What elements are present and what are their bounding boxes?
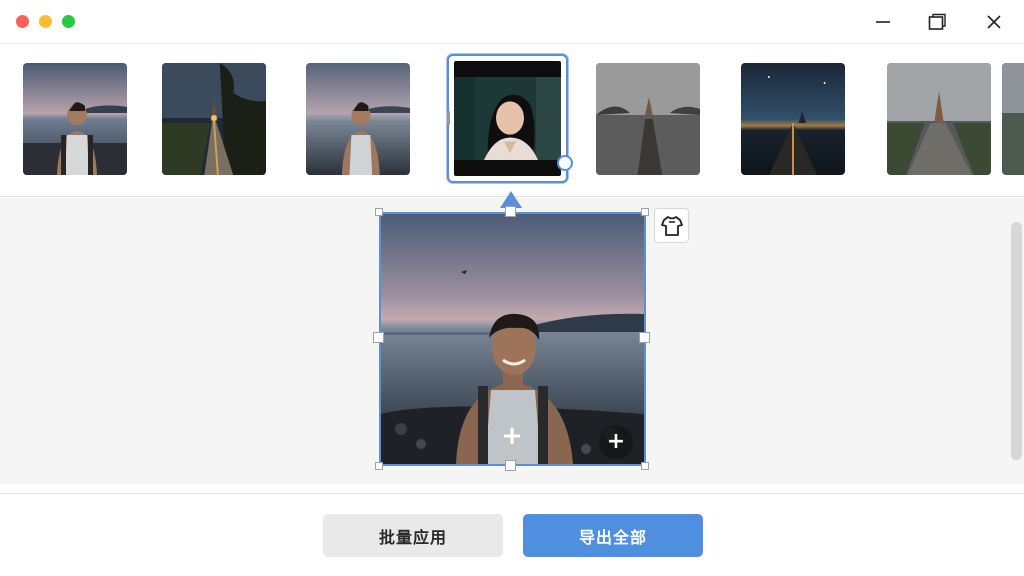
close-icon[interactable] (979, 8, 1009, 36)
thumb-lake-man-2[interactable] (306, 63, 410, 175)
plus-icon[interactable]: + (499, 423, 525, 449)
thumb-castle-pier[interactable] (596, 63, 700, 175)
handle-top[interactable] (505, 206, 516, 217)
handle-bottom-right[interactable] (641, 462, 649, 470)
export-all-button[interactable]: 导出全部 (523, 514, 703, 557)
zoom-dot[interactable] (62, 15, 75, 28)
resize-handle[interactable] (557, 155, 573, 171)
thumb-lake-man-1[interactable] (23, 63, 127, 175)
vertical-scrollbar[interactable] (1011, 222, 1022, 460)
handle-top-right[interactable] (641, 208, 649, 216)
handle-top-left[interactable] (375, 208, 383, 216)
title-bar (0, 0, 1024, 44)
thumb-road-castle-1[interactable] (162, 63, 266, 175)
handle-right[interactable] (639, 332, 650, 343)
thumb-partial[interactable] (1002, 63, 1024, 175)
thumbnail-strip (0, 45, 1024, 197)
add-circle-icon[interactable]: + (599, 425, 633, 459)
batch-apply-button[interactable]: 批量应用 (323, 514, 503, 557)
handle-bottom[interactable] (505, 460, 516, 471)
footer-divider (0, 493, 1024, 494)
shirt-icon (660, 215, 683, 236)
minimize-dot[interactable] (39, 15, 52, 28)
selected-thumbnail[interactable] (447, 54, 568, 183)
thumb-woman-portrait (454, 77, 561, 160)
close-dot[interactable] (16, 15, 29, 28)
drag-tick[interactable] (447, 111, 450, 125)
shirt-tool-button[interactable] (654, 208, 689, 243)
restore-icon[interactable] (922, 8, 952, 36)
minimize-icon[interactable] (868, 8, 898, 36)
handle-left[interactable] (373, 332, 384, 343)
thumb-cobble-castle[interactable] (887, 63, 991, 175)
thumb-night-path[interactable] (741, 63, 845, 175)
footer-bar (0, 484, 1024, 576)
handle-bottom-left[interactable] (375, 462, 383, 470)
